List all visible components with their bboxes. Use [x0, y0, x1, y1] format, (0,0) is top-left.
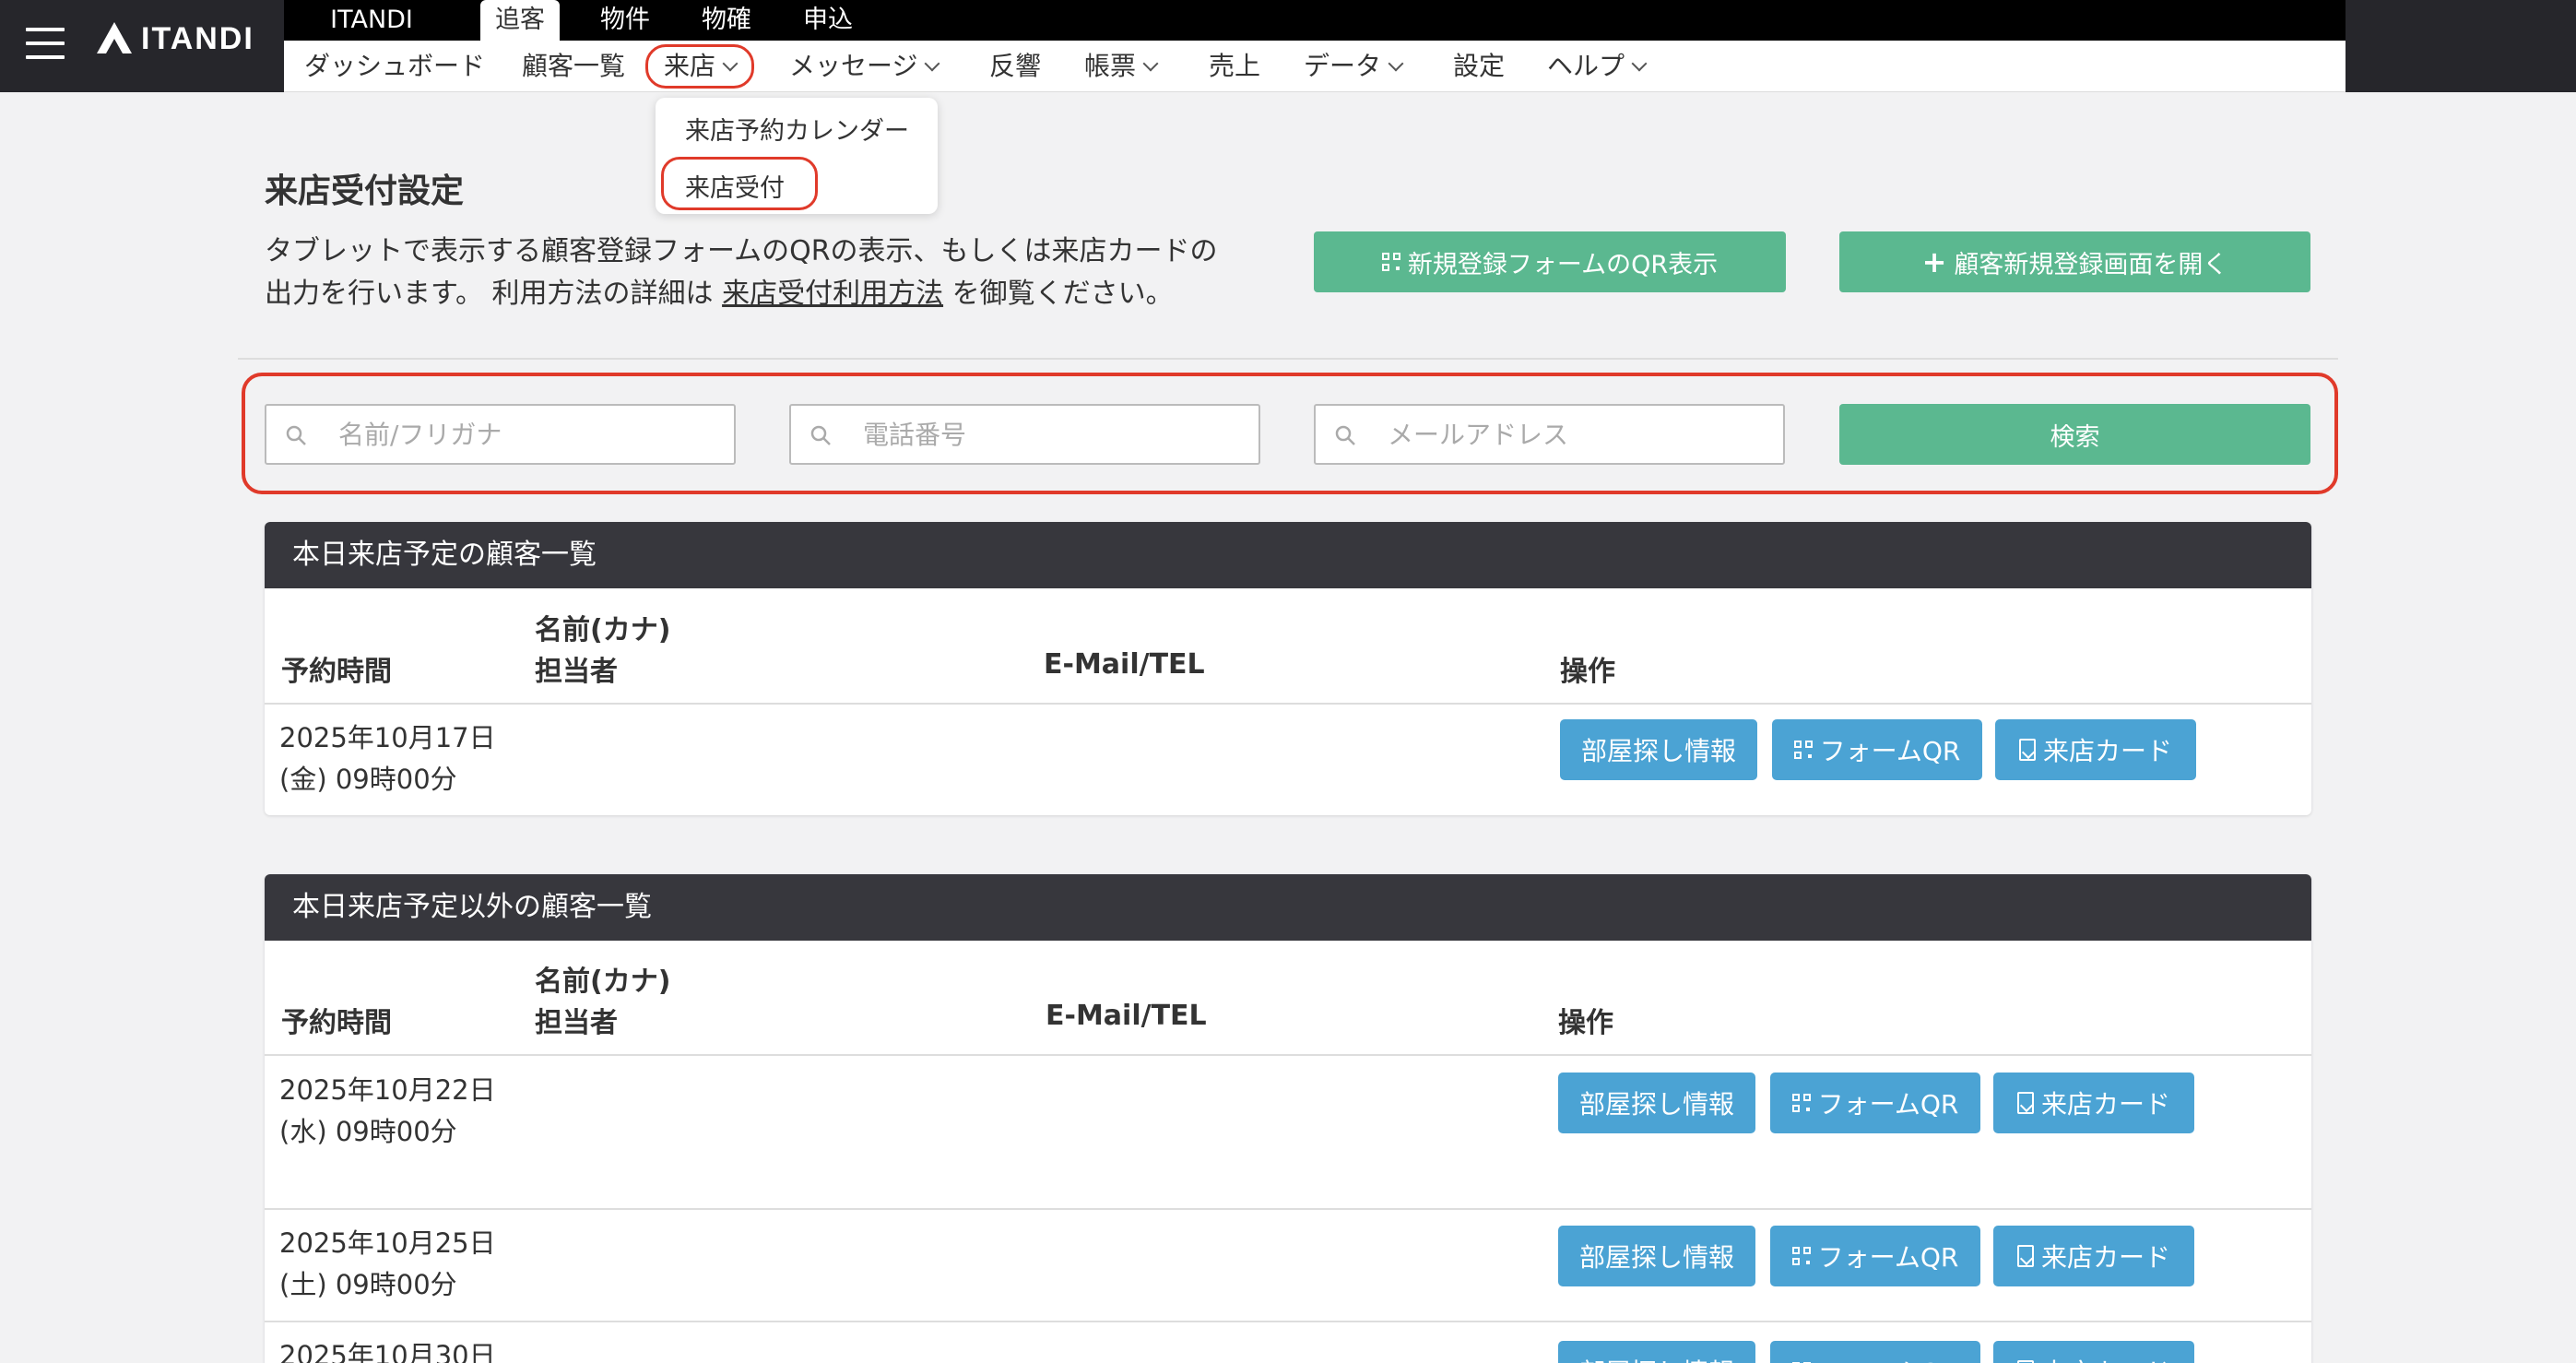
header-right-area: [2346, 0, 2576, 92]
today-visitors-panel: 本日来店予定の顧客一覧 予約時間 名前(カナ) 担当者 E-Mail/TEL 操…: [265, 522, 2311, 815]
pdf-icon: [2018, 739, 2036, 761]
panel-title: 本日来店予定の顧客一覧: [265, 522, 2311, 588]
search-icon: [286, 425, 306, 445]
column-header-time: 予約時間: [281, 1007, 392, 1039]
column-header-staff: 担当者: [535, 656, 618, 688]
nav-sales[interactable]: 売上: [1209, 41, 1260, 92]
reservation-time: (水) 09時00分: [279, 1116, 457, 1147]
nav-messages[interactable]: メッセージ: [789, 41, 940, 92]
itandi-logo[interactable]: ITANDI: [95, 20, 254, 57]
row-divider: [265, 703, 2311, 705]
reservation-time: (金) 09時00分: [279, 764, 457, 795]
tab-itandi-bb[interactable]: ITANDI BB: [312, 0, 431, 75]
tab-moushikomi[interactable]: 申込: [795, 0, 861, 41]
row-divider: [265, 1208, 2311, 1210]
highlight-visit-menu: [645, 44, 754, 89]
column-header-contact: E-Mail/TEL: [1046, 1000, 1207, 1032]
plus-icon: +: [1921, 244, 1947, 279]
top-tab-bar: ITANDI BB 追客 物件 物確 申込: [284, 0, 2346, 75]
hamburger-menu-icon[interactable]: [26, 28, 65, 59]
qr-code-icon: [1793, 741, 1813, 759]
room-search-info-button[interactable]: 部屋探し情報: [1558, 1226, 1755, 1286]
column-header-time: 予約時間: [281, 656, 392, 688]
form-qr-button[interactable]: フォームQR: [1770, 1226, 1980, 1286]
column-header-contact: E-Mail/TEL: [1044, 648, 1205, 681]
column-header-actions: 操作: [1560, 656, 1615, 688]
search-button[interactable]: 検索: [1839, 404, 2310, 465]
room-search-info-button[interactable]: 部屋探し情報: [1558, 1073, 1755, 1133]
itandi-logo-icon: [97, 22, 132, 53]
nav-settings[interactable]: 設定: [1453, 41, 1505, 92]
room-search-info-button[interactable]: 部屋探し情報: [1558, 1341, 1755, 1363]
reservation-date: 2025年10月17日: [279, 722, 496, 753]
chevron-down-icon: [1631, 55, 1648, 72]
page-description: タブレットで表示する顧客登録フォームのQRの表示、もしくは来店カードの 出力を行…: [265, 231, 1279, 315]
show-registration-qr-button[interactable]: 新規登録フォームのQR表示: [1314, 231, 1786, 292]
email-search-input[interactable]: [1388, 406, 1756, 463]
dropdown-item-visit-calendar[interactable]: 来店予約カレンダー: [685, 111, 909, 147]
form-qr-button[interactable]: フォームQR: [1770, 1073, 1980, 1133]
name-search-input[interactable]: [338, 406, 707, 463]
reservation-date: 2025年10月22日: [279, 1074, 496, 1106]
nav-response[interactable]: 反響: [989, 41, 1041, 92]
open-new-customer-button[interactable]: + 顧客新規登録画面を開く: [1839, 231, 2310, 292]
phone-search-input[interactable]: [863, 406, 1232, 463]
tab-tsuikyaku[interactable]: 追客: [480, 0, 560, 41]
column-header-staff: 担当者: [535, 1007, 618, 1039]
name-search-field[interactable]: [265, 404, 736, 465]
row-divider: [265, 1321, 2311, 1322]
panel-title: 本日来店予定以外の顧客一覧: [265, 874, 2311, 941]
visit-card-button[interactable]: 来店カード: [1995, 719, 2196, 780]
pdf-icon: [2016, 1092, 2034, 1114]
phone-search-field[interactable]: [789, 404, 1260, 465]
form-qr-button[interactable]: フォームQR: [1772, 719, 1982, 780]
nav-help[interactable]: ヘルプ: [1547, 41, 1648, 92]
column-header-name: 名前(カナ): [535, 966, 671, 998]
other-visitors-panel: 本日来店予定以外の顧客一覧 予約時間 名前(カナ) 担当者 E-Mail/TEL…: [265, 874, 2311, 1363]
usage-guide-link[interactable]: 来店受付利用方法: [722, 278, 943, 310]
qr-code-icon: [1791, 1247, 1811, 1265]
sub-navigation: ダッシュボード 顧客一覧 来店 メッセージ 反響 帳票 売上 データ 設定 ヘル…: [284, 41, 2346, 92]
room-search-info-button[interactable]: 部屋探し情報: [1560, 719, 1757, 780]
logo-text: ITANDI: [141, 20, 254, 56]
highlight-visit-reception: [661, 157, 818, 210]
email-search-field[interactable]: [1314, 404, 1785, 465]
nav-customer-list[interactable]: 顧客一覧: [522, 41, 625, 92]
page-title: 来店受付設定: [265, 172, 465, 210]
description-line-2: 出力を行います。 利用方法の詳細は 来店受付利用方法 を御覧ください。: [265, 278, 1174, 310]
column-header-actions: 操作: [1558, 1007, 1613, 1039]
qr-code-icon: [1791, 1094, 1811, 1112]
visit-card-button[interactable]: 来店カード: [1993, 1073, 2194, 1133]
search-icon: [810, 425, 831, 445]
header-brand: ITANDI: [0, 0, 284, 92]
nav-data[interactable]: データ: [1304, 41, 1404, 92]
tab-bukken[interactable]: 物件: [592, 0, 658, 41]
reservation-time: (土) 09時00分: [279, 1269, 457, 1300]
section-divider: [238, 358, 2338, 360]
form-qr-button[interactable]: フォームQR: [1770, 1341, 1980, 1363]
chevron-down-icon: [1388, 55, 1404, 72]
tab-bukkaku[interactable]: 物確: [693, 0, 760, 41]
visit-card-button[interactable]: 来店カード: [1993, 1226, 2194, 1286]
reservation-date: 2025年10月30日: [279, 1340, 496, 1363]
nav-forms[interactable]: 帳票: [1084, 41, 1159, 92]
description-line-1: タブレットで表示する顧客登録フォームのQRの表示、もしくは来店カードの: [265, 235, 1218, 267]
pdf-icon: [2016, 1245, 2034, 1267]
chevron-down-icon: [924, 55, 940, 72]
search-icon: [1335, 425, 1355, 445]
column-header-name: 名前(カナ): [535, 614, 671, 646]
reservation-date: 2025年10月25日: [279, 1227, 496, 1259]
nav-dashboard[interactable]: ダッシュボード: [304, 41, 485, 92]
row-divider: [265, 1054, 2311, 1056]
chevron-down-icon: [1142, 55, 1159, 72]
visit-card-button[interactable]: 来店カード: [1993, 1341, 2194, 1363]
qr-code-icon: [1381, 253, 1400, 271]
